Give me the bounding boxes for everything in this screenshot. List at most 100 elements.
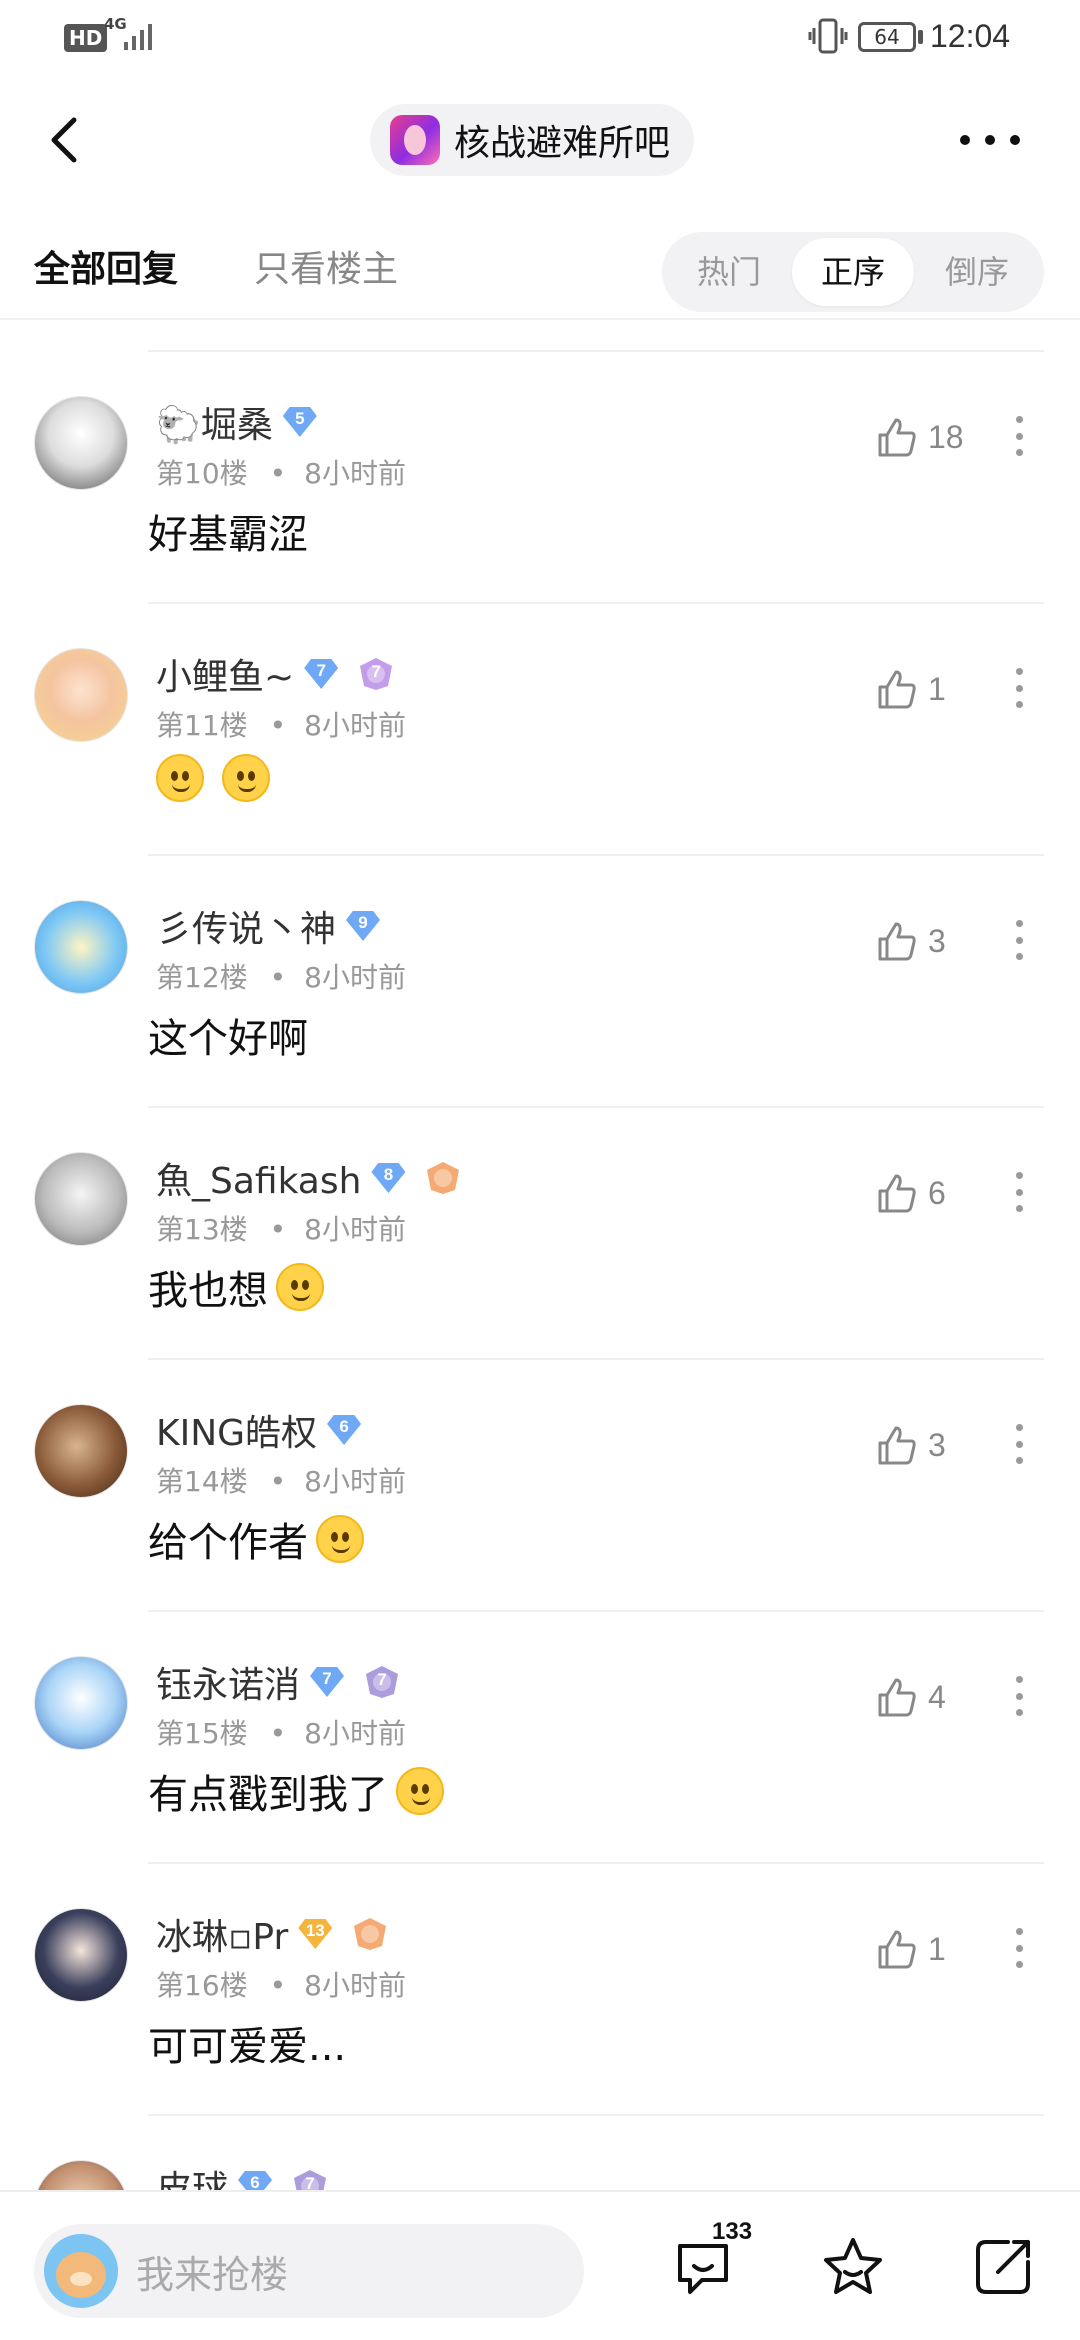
comment-text: 可可爱爱... [148,2024,347,2070]
kebab-icon[interactable] [1016,1928,1026,1968]
back-icon[interactable] [40,110,90,170]
avatar[interactable] [34,2160,128,2190]
meta-separator: • [269,457,287,490]
comment-body[interactable]: 有点戳到我了 [148,1762,444,1820]
like-button[interactable]: 6 [874,1168,946,1218]
vibrate-icon [808,18,848,54]
username[interactable]: 🐑堀桑 [156,396,273,448]
level-badge-icon: 13 [298,1919,333,1949]
share-icon[interactable] [968,2232,1038,2302]
comment-body[interactable]: 这个好啊 [148,1006,308,1064]
like-count: 3 [928,922,946,959]
username[interactable]: 小鲤鱼~ [156,648,294,700]
comment-item[interactable]: KING皓权 6 第14楼 • 8小时前 给个作者 3 [0,1360,1080,1612]
like-icon [878,670,916,709]
comment-body[interactable]: 我也想 [148,1258,324,1316]
meta-separator: • [269,1465,287,1498]
honor-badge-icon: 7 [290,2168,330,2190]
post-time: 8小时前 [304,709,406,742]
like-button[interactable]: 1 [874,1924,946,1974]
sort-descending[interactable]: 倒序 [916,238,1038,306]
clock: 12:04 [930,18,1011,54]
like-icon [878,1678,916,1717]
level-number: 7 [322,1669,332,1688]
username[interactable]: KING皓权 [156,1404,317,1456]
more-icon[interactable] [960,132,1020,148]
like-button[interactable]: 1 [874,664,946,714]
kebab-icon[interactable] [1016,416,1026,456]
avatar [44,2234,118,2308]
tab-owner-only[interactable]: 只看楼主 [254,240,398,292]
comment-item[interactable]: 冰琳▫Pr 13 第16楼 • 8小时前 可可爱爱... 1 [0,1864,1080,2116]
username[interactable]: 钰永诺消 [156,1656,300,1708]
level-badge-icon: 6 [327,1415,362,1445]
comment-item[interactable]: 钰永诺消 7 7 第15楼 • 8小时前 有点戳到我了 4 [0,1612,1080,1864]
like-button[interactable]: 4 [874,1672,946,1722]
honor-badge-number: 7 [377,1670,387,1689]
reply-input[interactable]: 我来抢楼 [34,2224,584,2318]
avatar[interactable] [34,1656,128,1750]
kebab-icon[interactable] [1016,668,1026,708]
avatar[interactable] [34,1404,128,1498]
avatar[interactable] [34,648,128,742]
post-meta: 第14楼 • 8小时前 [156,1460,406,1500]
battery-cap [918,30,923,44]
username[interactable]: 魚_Safikash [156,1152,361,1204]
comment-item[interactable]: 彡传说丶神 9 第12楼 • 8小时前 这个好啊 3 [0,856,1080,1108]
like-button[interactable]: 18 [874,412,964,462]
comment-body[interactable] [148,754,270,802]
avatar[interactable] [34,1152,128,1246]
honor-badge-icon: 7 [362,1664,402,1700]
like-count: 4 [928,1678,946,1715]
avatar[interactable] [34,396,128,490]
comment-item[interactable]: 皮球 6 7 [0,2116,1080,2190]
meta-separator: • [269,1213,287,1246]
floor-number: 第12楼 [156,961,248,994]
post-time: 8小时前 [304,457,406,490]
comment-text: 有点戳到我了 [148,1772,388,1818]
username-row: 彡传说丶神 9 [156,900,381,952]
comment-text: 好基霸涩 [148,512,308,558]
username[interactable]: 彡传说丶神 [156,900,336,952]
comment-body[interactable]: 给个作者 [148,1510,364,1568]
comment-list[interactable]: 🐑堀桑 5 第10楼 • 8小时前 好基霸涩 18 小鲤鱼~ 7 7 第11楼 • 8小时前 1 彡传说丶神… [0,352,1080,2190]
sort-hot[interactable]: 热门 [668,238,790,306]
tab-all-replies[interactable]: 全部回复 [34,240,178,292]
post-time: 8小时前 [304,961,406,994]
like-button[interactable]: 3 [874,1420,946,1470]
kebab-icon[interactable] [1016,1172,1026,1212]
forum-chip[interactable]: 核战避难所吧 [370,104,695,176]
like-icon [878,922,916,961]
username[interactable]: 冰琳▫Pr [156,1908,288,1960]
level-badge-icon: 6 [238,2171,273,2190]
post-time: 8小时前 [304,1213,406,1246]
post-meta: 第11楼 • 8小时前 [156,704,406,744]
floor-number: 第10楼 [156,457,248,490]
like-count: 3 [928,1426,946,1463]
like-count: 6 [928,1174,946,1211]
comment-body[interactable]: 好基霸涩 [148,502,308,560]
bottom-bar: 我来抢楼 133 [0,2190,1080,2340]
kebab-icon[interactable] [1016,920,1026,960]
sort-toggle: 热门 正序 倒序 [662,232,1044,312]
comment-body[interactable]: 可可爱爱... [148,2014,346,2072]
star-icon[interactable] [818,2232,888,2302]
kebab-icon[interactable] [1016,1676,1026,1716]
comment-item[interactable]: 小鲤鱼~ 7 7 第11楼 • 8小时前 1 [0,604,1080,856]
honor-badge-icon: 7 [356,656,396,692]
avatar[interactable] [34,1908,128,2002]
comment-item[interactable]: 魚_Safikash 8 第13楼 • 8小时前 我也想 6 [0,1108,1080,1360]
username-row: 🐑堀桑 5 [156,396,317,448]
post-time: 8小时前 [304,1465,406,1498]
like-icon [878,1174,916,1213]
meta-separator: • [269,1969,287,2002]
username[interactable]: 皮球 [156,2160,228,2190]
floor-number: 第11楼 [156,709,248,742]
sort-ascending[interactable]: 正序 [792,238,914,306]
like-icon [878,1426,916,1465]
emoji-icon [156,754,204,802]
comment-item[interactable]: 🐑堀桑 5 第10楼 • 8小时前好基霸涩 18 [0,352,1080,604]
like-button[interactable]: 3 [874,916,946,966]
kebab-icon[interactable] [1016,1424,1026,1464]
avatar[interactable] [34,900,128,994]
